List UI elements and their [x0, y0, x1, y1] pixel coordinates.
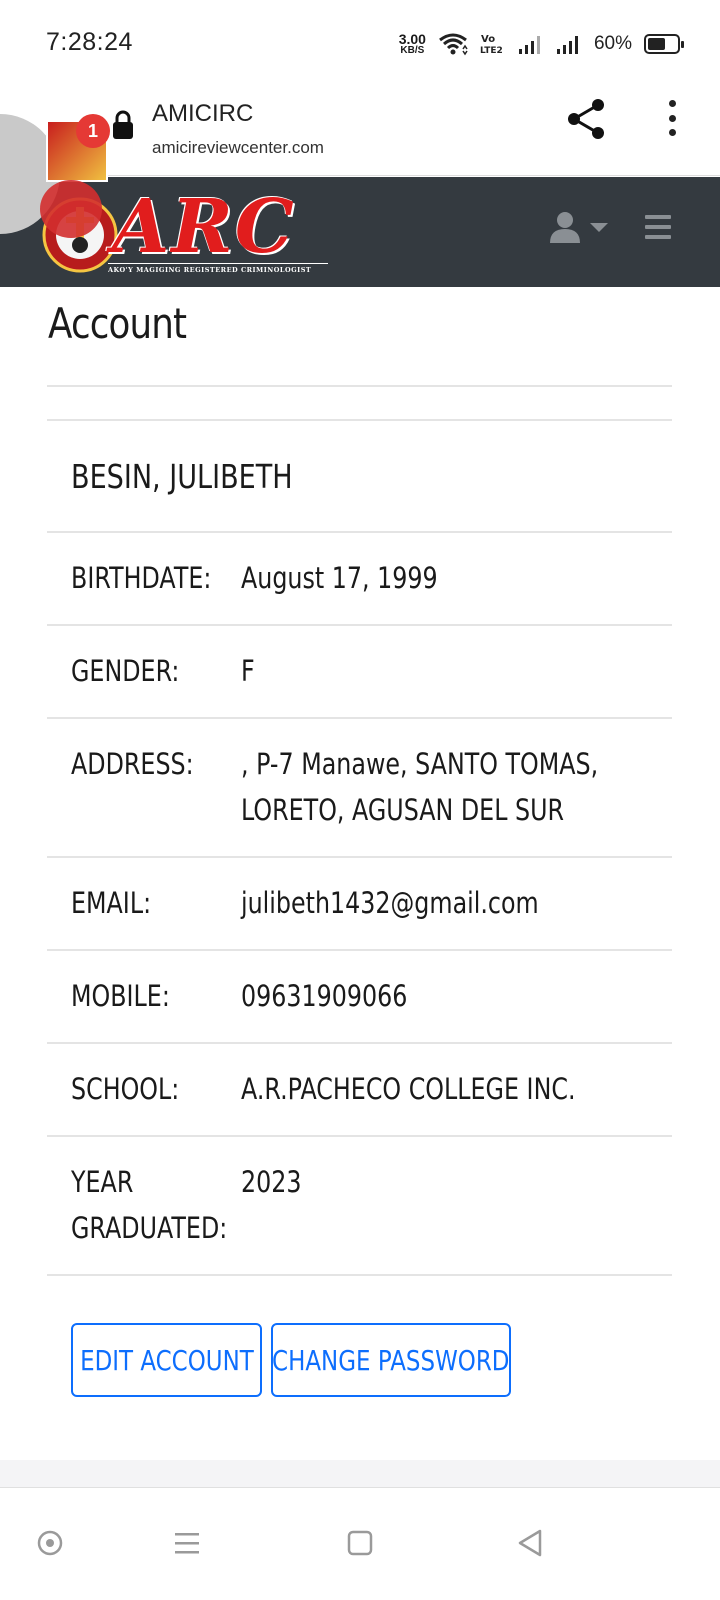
lock-icon	[113, 110, 133, 139]
profile-field-value-text: , P-7 Manawe, SANTO TOMAS, LORETO, AGUSA…	[241, 747, 599, 827]
profile-field-label: MOBILE:	[71, 973, 241, 1020]
profile-field-label-text: SCHOOL:	[71, 1072, 180, 1106]
profile-field-value-text: F	[241, 654, 255, 688]
status-time: 7:28:24	[46, 28, 133, 56]
profile-row: BIRTHDATE: August 17, 1999	[47, 531, 672, 624]
logo-tagline: AKO'Y MAGIGING REGISTERED CRIMINOLOGIST	[107, 263, 328, 274]
profile-field-value: , P-7 Manawe, SANTO TOMAS, LORETO, AGUSA…	[241, 741, 648, 834]
profile-field-label: GENDER:	[71, 648, 241, 695]
user-icon	[550, 212, 580, 243]
profile-field-label-text: ADDRESS:	[71, 747, 194, 781]
profile-row: GENDER: F	[47, 624, 672, 717]
page-footer	[0, 1460, 720, 1488]
profile-row: ADDRESS: , P-7 Manawe, SANTO TOMAS, LORET…	[47, 717, 672, 856]
notification-badge: 1	[76, 114, 110, 148]
recents-icon[interactable]	[162, 1518, 212, 1568]
volte-icon: Vo LTE2	[480, 34, 503, 56]
wifi-icon	[439, 33, 468, 56]
edit-account-label: EDIT ACCOUNT	[79, 1343, 254, 1377]
profile-field-value-text: A.R.PACHECO COLLEGE INC.	[241, 1072, 576, 1106]
speed-value: 3.00	[398, 31, 426, 47]
change-password-label: CHANGE PASSWORD	[272, 1343, 510, 1377]
hamburger-icon[interactable]	[645, 215, 671, 239]
bubble-secondary	[40, 180, 102, 238]
profile-field-label-text: GENDER:	[71, 654, 180, 688]
profile-field-value: F	[241, 648, 648, 695]
profile-field-value: julibeth1432@gmail.com	[241, 880, 648, 927]
page-title: Account	[48, 299, 187, 348]
profile-row: EMAIL: julibeth1432@gmail.com	[47, 856, 672, 949]
profile-field-value-text: julibeth1432@gmail.com	[241, 886, 539, 920]
profile-field-label: SCHOOL:	[71, 1066, 241, 1113]
floating-chat-bubble[interactable]: 1	[0, 114, 110, 240]
profile-field-value: 2023	[241, 1159, 648, 1252]
user-menu[interactable]	[550, 211, 608, 243]
table-end	[47, 1274, 672, 1276]
profile-row: SCHOOL: A.R.PACHECO COLLEGE INC.	[47, 1042, 672, 1135]
share-icon[interactable]	[566, 98, 606, 140]
status-bar: 7:28:24 3.00 KB/S Vo LTE2 60%	[0, 0, 720, 88]
more-icon[interactable]	[660, 98, 684, 138]
divider	[47, 385, 672, 387]
profile-field-label: BIRTHDATE:	[71, 555, 241, 602]
profile-field-label: EMAIL:	[71, 880, 241, 927]
profile-field-value-text: 09631909066	[241, 979, 408, 1013]
signal-icon	[556, 36, 578, 54]
caret-down-icon	[590, 222, 608, 232]
svg-text:Vo: Vo	[481, 34, 495, 45]
edit-account-button[interactable]: EDIT ACCOUNT	[71, 1323, 262, 1397]
account-actions: EDIT ACCOUNT CHANGE PASSWORD	[71, 1323, 511, 1397]
android-nav-bar	[0, 1488, 720, 1600]
profile-field-value: 09631909066	[241, 973, 648, 1020]
profile-field-value: August 17, 1999	[241, 555, 648, 602]
svg-text:AKO'Y MAGIGING REGISTERED CRIM: AKO'Y MAGIGING REGISTERED CRIMINOLOGIST	[108, 266, 311, 274]
profile-row: YEAR GRADUATED: 2023	[47, 1135, 672, 1274]
site-url[interactable]: amicireviewcenter.com	[152, 138, 324, 158]
speed-unit: KB/S	[400, 45, 425, 56]
signal-icon	[518, 36, 540, 54]
back-icon[interactable]	[505, 1518, 555, 1568]
battery-fill	[648, 38, 665, 50]
profile-field-value: A.R.PACHECO COLLEGE INC.	[241, 1066, 648, 1113]
profile-rows: BIRTHDATE: August 17, 1999 GENDER: F ADDRESS…	[47, 531, 672, 1274]
battery-icon	[644, 34, 684, 54]
home-icon[interactable]	[335, 1518, 385, 1568]
profile-field-label-text: BIRTHDATE:	[71, 561, 212, 595]
profile-field-value-text: August 17, 1999	[241, 561, 438, 595]
profile-field-value-text: 2023	[241, 1165, 302, 1199]
logo-tagline-text: AKO'Y MAGIGING REGISTERED CRIMINOLOGIST	[107, 266, 311, 274]
profile-field-label-text: YEAR GRADUATED:	[71, 1165, 228, 1245]
battery-percent: 60%	[593, 33, 632, 54]
profile-field-label-text: EMAIL:	[71, 886, 152, 920]
account-table: BESIN, JULIBETH BIRTHDATE: August 17, 199…	[47, 419, 672, 1276]
assistant-icon[interactable]	[25, 1518, 75, 1568]
network-speed: 3.00 KB/S	[399, 32, 426, 56]
profile-field-label-text: MOBILE:	[71, 979, 170, 1013]
profile-field-label: ADDRESS:	[71, 741, 241, 834]
profile-row: MOBILE: 09631909066	[47, 949, 672, 1042]
profile-name-row: BESIN, JULIBETH	[47, 419, 672, 531]
logo-text: ARC	[112, 184, 296, 270]
profile-name: BESIN, JULIBETH	[71, 457, 293, 496]
status-icons: 3.00 KB/S Vo LTE2 60%	[399, 28, 684, 60]
change-password-button[interactable]: CHANGE PASSWORD	[271, 1323, 511, 1397]
svg-text:LTE2: LTE2	[480, 46, 503, 56]
site-title[interactable]: AMICIRC	[152, 100, 253, 128]
profile-field-label: YEAR GRADUATED:	[71, 1159, 241, 1252]
